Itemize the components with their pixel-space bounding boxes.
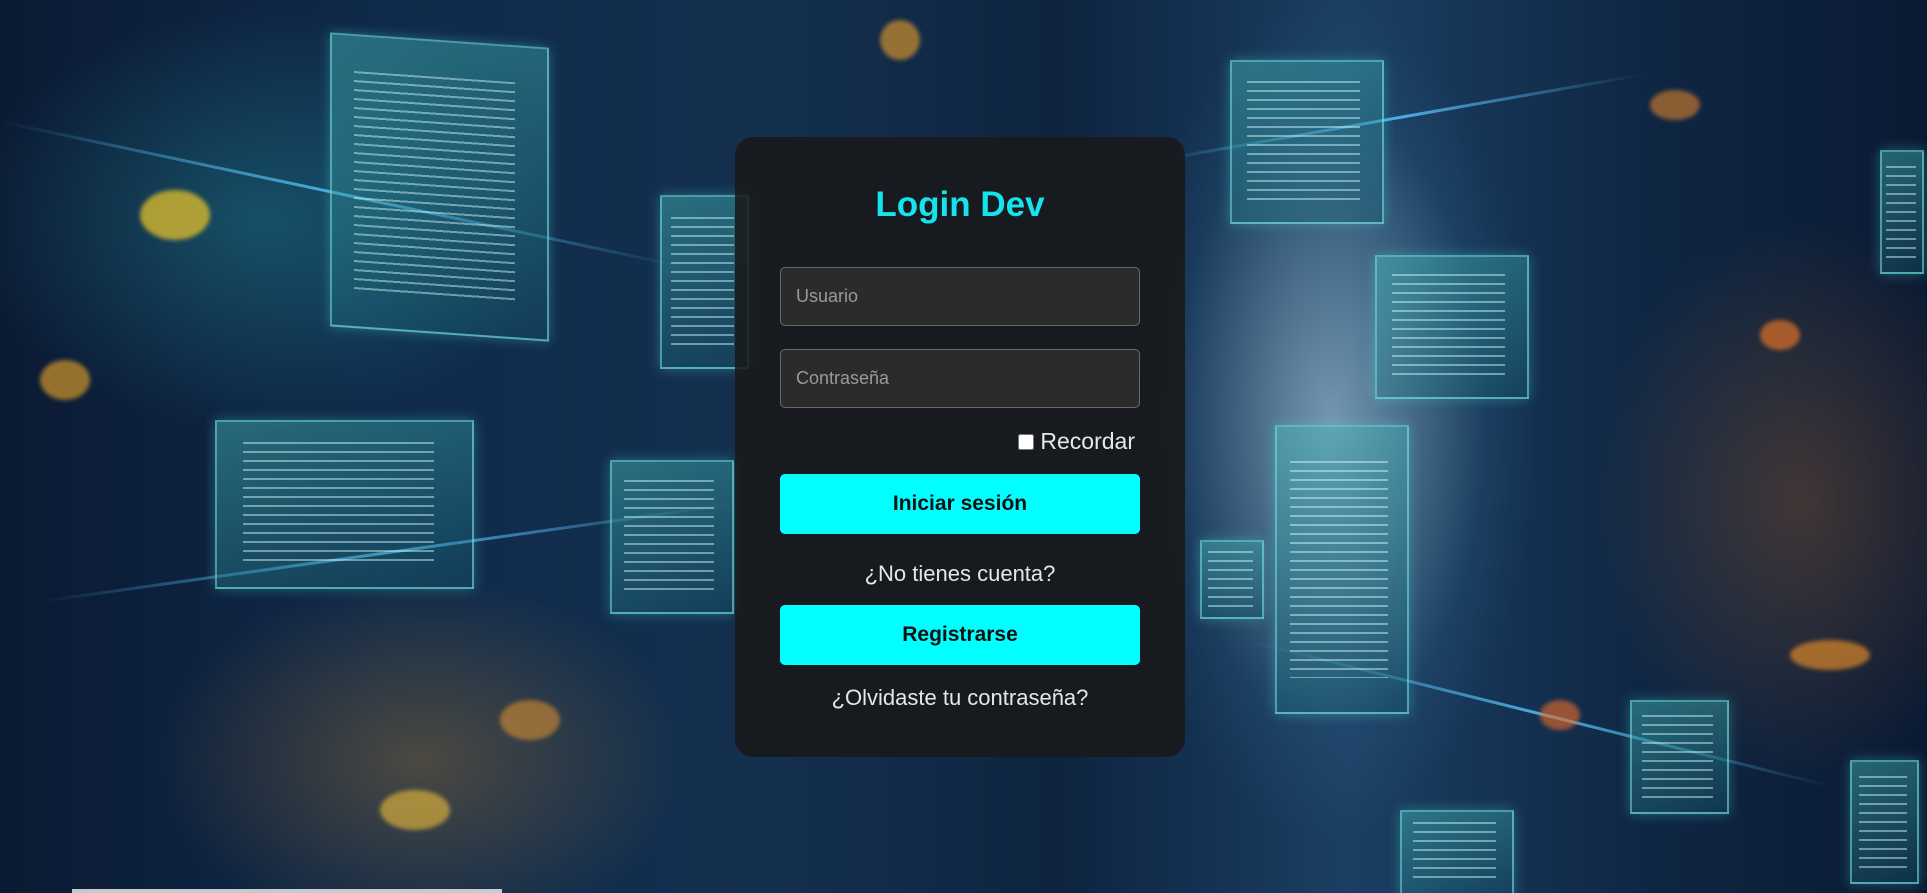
remember-option[interactable]: Recordar (1018, 428, 1135, 455)
login-card: Login Dev Recordar Iniciar sesión ¿No ti… (735, 137, 1185, 757)
no-account-text: ¿No tienes cuenta? (864, 561, 1056, 586)
bokeh-light (1790, 640, 1870, 670)
holo-panel (1230, 60, 1384, 224)
remember-label: Recordar (1040, 428, 1135, 454)
holo-panel (1630, 700, 1729, 814)
bokeh-light (380, 790, 450, 830)
holo-panel (330, 32, 549, 342)
light-streak (1149, 73, 1643, 163)
password-input[interactable] (780, 349, 1140, 408)
holo-panel (1850, 760, 1919, 884)
bokeh-light (1540, 700, 1580, 730)
holo-panel (1275, 425, 1409, 714)
bokeh-light (880, 20, 920, 60)
holo-panel (610, 460, 734, 614)
register-button[interactable]: Registrarse (780, 605, 1140, 665)
holo-panel (1200, 540, 1264, 619)
holo-panel (1375, 255, 1529, 399)
bokeh-light (40, 360, 90, 400)
username-input[interactable] (780, 267, 1140, 326)
holo-panel (1400, 810, 1514, 893)
bottom-edge-line (72, 889, 502, 893)
bokeh-light (140, 190, 210, 240)
login-button[interactable]: Iniciar sesión (780, 474, 1140, 534)
login-title: Login Dev (875, 185, 1045, 224)
holo-panel (1880, 150, 1924, 274)
forgot-password-link[interactable]: ¿Olvidaste tu contraseña? (735, 685, 1185, 711)
holo-panel (215, 420, 474, 589)
remember-checkbox[interactable] (1018, 433, 1035, 450)
bokeh-light (1650, 90, 1700, 120)
bokeh-light (500, 700, 560, 740)
bokeh-light (1760, 320, 1800, 350)
